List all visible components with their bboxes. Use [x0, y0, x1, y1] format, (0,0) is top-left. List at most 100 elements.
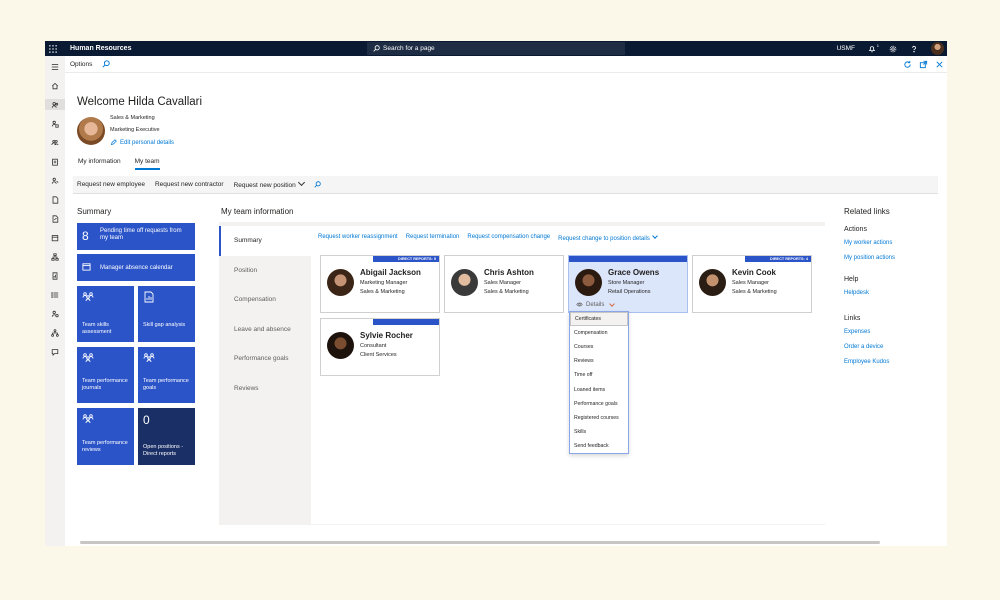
notification-bell-icon[interactable]: 1: [868, 43, 879, 53]
team-settings-icon[interactable]: [50, 137, 60, 148]
menu-item-registered-courses[interactable]: Registered courses: [570, 411, 628, 425]
employee-card[interactable]: Sylvie Rocher Consultant Client Services: [320, 318, 440, 376]
menu-item-certificates[interactable]: Certificates: [570, 312, 628, 327]
refresh-icon[interactable]: [903, 60, 912, 69]
options-menu[interactable]: Options: [70, 61, 92, 68]
app-launcher-icon[interactable]: [45, 41, 61, 56]
open-positions-count: 0: [143, 413, 150, 427]
chevron-down-icon: [609, 300, 616, 307]
pending-time-off-tile[interactable]: 8 Pending time off requests from my team: [77, 223, 195, 250]
pending-label: Pending time off requests from my team: [100, 228, 182, 241]
search-icon[interactable]: [314, 181, 321, 188]
profile-job-title: Marketing Executive: [110, 127, 160, 133]
company-selector[interactable]: USMF: [837, 45, 855, 52]
menu-item-time-off[interactable]: Time off: [570, 368, 628, 382]
employee-card[interactable]: DIRECT REPORTS: 4 Kevin Cook Sales Manag…: [692, 255, 812, 313]
person-money-icon[interactable]: [50, 308, 60, 319]
menu-item-performance-goals[interactable]: Performance goals: [570, 397, 628, 411]
team-icon: [82, 414, 94, 424]
expenses-link[interactable]: Expenses: [844, 329, 944, 335]
employee-department: Client Services: [360, 352, 397, 358]
employee-name: Sylvie Rocher: [360, 331, 413, 340]
close-icon[interactable]: [935, 60, 944, 69]
my-worker-actions-link[interactable]: My worker actions: [844, 240, 944, 246]
request-new-employee-button[interactable]: Request new employee: [77, 181, 145, 188]
hamburger-icon[interactable]: [50, 61, 60, 72]
my-position-actions-link[interactable]: My position actions: [844, 255, 944, 261]
skill-gap-analysis-tile[interactable]: Skill gap analysis: [138, 286, 195, 342]
chat-icon[interactable]: [50, 346, 60, 357]
summary-heading: Summary: [77, 207, 112, 216]
calendar-icon[interactable]: [50, 232, 60, 243]
open-positions-tile[interactable]: 0 Open positions - Direct reports: [138, 408, 195, 465]
details-button[interactable]: Details: [576, 300, 616, 308]
people-icon[interactable]: [45, 99, 65, 110]
calendar-icon: [82, 263, 91, 271]
search-icon[interactable]: [102, 60, 111, 68]
avatar: [327, 332, 354, 359]
menu-item-compensation[interactable]: Compensation: [570, 326, 628, 340]
team-performance-goals-tile[interactable]: Team performance goals: [138, 347, 195, 403]
employee-card[interactable]: Chris Ashton Sales Manager Sales & Marke…: [444, 255, 564, 313]
vtab-position[interactable]: Position: [219, 256, 311, 286]
open-new-window-icon[interactable]: [919, 60, 928, 69]
employee-department: Sales & Marketing: [484, 289, 529, 295]
helpdesk-link[interactable]: Helpdesk: [844, 290, 944, 296]
report-icon[interactable]: [50, 270, 60, 281]
vtab-performance-goals[interactable]: Performance goals: [219, 344, 311, 374]
help-icon[interactable]: [910, 45, 918, 53]
request-termination-link[interactable]: Request termination: [406, 234, 460, 242]
direct-reports-badge: DIRECT REPORTS: 4: [745, 256, 811, 262]
edit-personal-details-link[interactable]: Edit personal details: [110, 139, 174, 146]
order-device-link[interactable]: Order a device: [844, 344, 944, 350]
menu-item-loaned-items[interactable]: Loaned items: [570, 382, 628, 396]
person-link-icon[interactable]: [50, 118, 60, 129]
menu-item-send-feedback[interactable]: Send feedback: [570, 439, 628, 453]
menu-item-courses[interactable]: Courses: [570, 340, 628, 354]
team-content: Request worker reassignment Request term…: [311, 226, 825, 524]
hierarchy-icon[interactable]: [50, 327, 60, 338]
avatar: [699, 269, 726, 296]
document-icon[interactable]: [50, 194, 60, 205]
list-icon[interactable]: [50, 289, 60, 300]
team-performance-journals-tile[interactable]: Team performance journals: [77, 347, 134, 403]
manager-absence-calendar-tile[interactable]: Manager absence calendar: [77, 254, 195, 281]
menu-item-skills[interactable]: Skills: [570, 425, 628, 439]
home-icon[interactable]: [50, 80, 60, 91]
left-nav: [45, 56, 65, 546]
team-performance-reviews-tile[interactable]: Team performance reviews: [77, 408, 134, 465]
page-title: Welcome Hilda Cavallari: [77, 96, 203, 108]
tab-my-team[interactable]: My team: [134, 158, 160, 170]
request-new-position-label: Request new position: [233, 182, 296, 189]
vtab-reviews[interactable]: Reviews: [219, 374, 311, 404]
request-position-change-link[interactable]: Request change to position details: [558, 233, 658, 242]
employee-kudos-link[interactable]: Employee Kudos: [844, 359, 944, 365]
employee-card[interactable]: Grace Owens Store Manager Retail Operati…: [568, 255, 688, 313]
clipboard-icon[interactable]: [50, 156, 60, 167]
request-compensation-link[interactable]: Request compensation change: [467, 234, 550, 242]
team-skills-assessment-tile[interactable]: Team skills assessment: [77, 286, 134, 342]
employee-department: Sales & Marketing: [360, 289, 405, 295]
gear-icon[interactable]: [889, 45, 897, 53]
employee-name: Abigail Jackson: [360, 268, 421, 277]
vtab-summary[interactable]: Summary: [219, 226, 311, 256]
page-search-input[interactable]: Search for a page: [367, 42, 625, 55]
request-new-contractor-button[interactable]: Request new contractor: [155, 181, 224, 188]
horizontal-scrollbar[interactable]: [80, 541, 880, 544]
person-key-icon[interactable]: [50, 175, 60, 186]
tab-my-information[interactable]: My information: [78, 158, 121, 170]
vtab-compensation[interactable]: Compensation: [219, 285, 311, 315]
document-edit-icon[interactable]: [50, 213, 60, 224]
options-bar: Options: [65, 56, 947, 73]
vtab-leave-absence[interactable]: Leave and absence: [219, 315, 311, 345]
employee-name: Kevin Cook: [732, 268, 777, 277]
org-chart-icon[interactable]: [50, 251, 60, 262]
details-label: Details: [586, 301, 605, 308]
request-new-position-menu[interactable]: Request new position: [233, 178, 305, 189]
user-avatar[interactable]: [931, 42, 944, 55]
employee-card[interactable]: DIRECT REPORTS: 5 Abigail Jackson Market…: [320, 255, 440, 313]
request-reassignment-link[interactable]: Request worker reassignment: [318, 234, 398, 242]
my-team-heading: My team information: [221, 207, 294, 216]
menu-item-reviews[interactable]: Reviews: [570, 354, 628, 368]
avatar: [327, 269, 354, 296]
